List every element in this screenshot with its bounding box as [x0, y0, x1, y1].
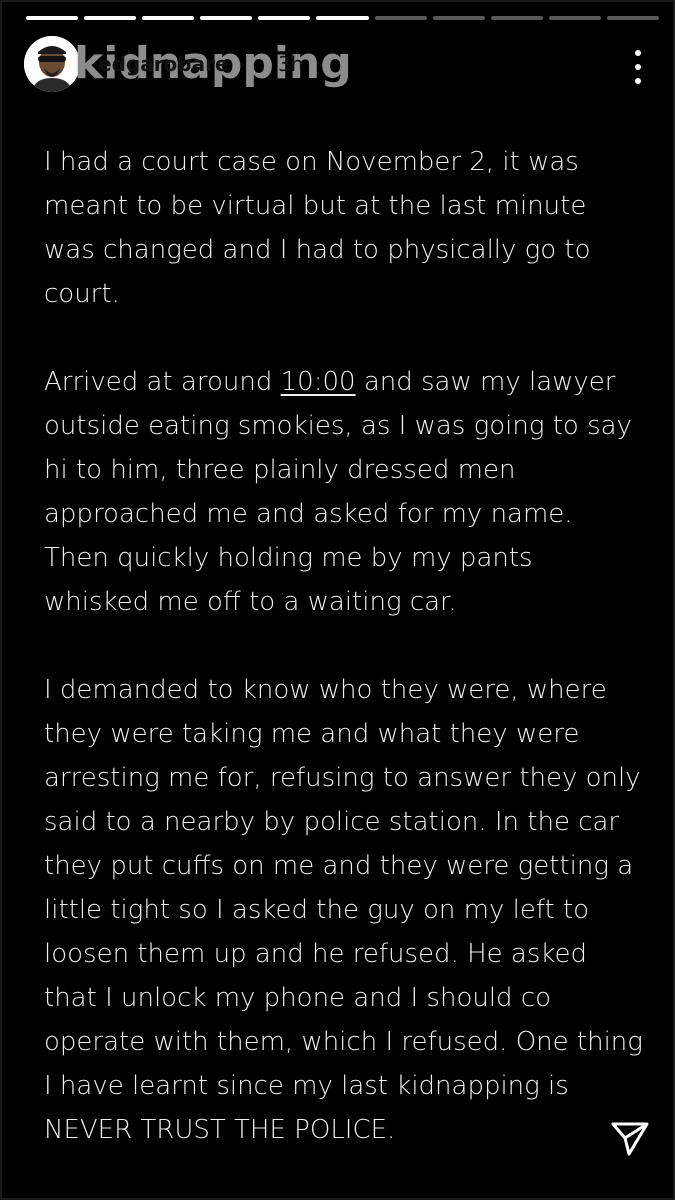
post-time: 3h [278, 52, 304, 76]
progress-segment [258, 16, 311, 20]
arrival-text-after: and saw my lawyer outside eating smokies… [44, 367, 632, 617]
progress-segment [490, 16, 543, 20]
progress-segment [548, 16, 601, 20]
story-progress-bar [26, 16, 660, 20]
paragraph-arrival: Arrived at around 10:00 and saw my lawye… [44, 360, 644, 624]
progress-segment [432, 16, 485, 20]
progress-segment [316, 16, 369, 20]
progress-segment [26, 16, 79, 20]
progress-segment [374, 16, 427, 20]
story-text: I had a court case on November 2, it was… [44, 140, 644, 1152]
progress-segment [606, 16, 660, 20]
vertical-dots-icon[interactable] [623, 50, 653, 84]
paragraph-arrest: I demanded to know who they were, where … [44, 675, 643, 1145]
paragraph-court-case: I had a court case on November 2, it was… [44, 147, 591, 309]
avatar[interactable] [24, 36, 80, 92]
story-viewer: kidnapping edgarobare 3h I had a court c… [0, 0, 675, 1200]
progress-segment [142, 16, 195, 20]
arrival-text-before: Arrived at around [44, 367, 281, 397]
profile-photo-icon [24, 36, 80, 92]
username-link[interactable]: edgarobare [98, 52, 229, 76]
paper-plane-icon[interactable] [607, 1116, 651, 1160]
story-header: kidnapping edgarobare 3h [24, 36, 653, 94]
arrival-time-link[interactable]: 10:00 [281, 367, 356, 397]
progress-segment [200, 16, 253, 20]
progress-segment [84, 16, 137, 20]
